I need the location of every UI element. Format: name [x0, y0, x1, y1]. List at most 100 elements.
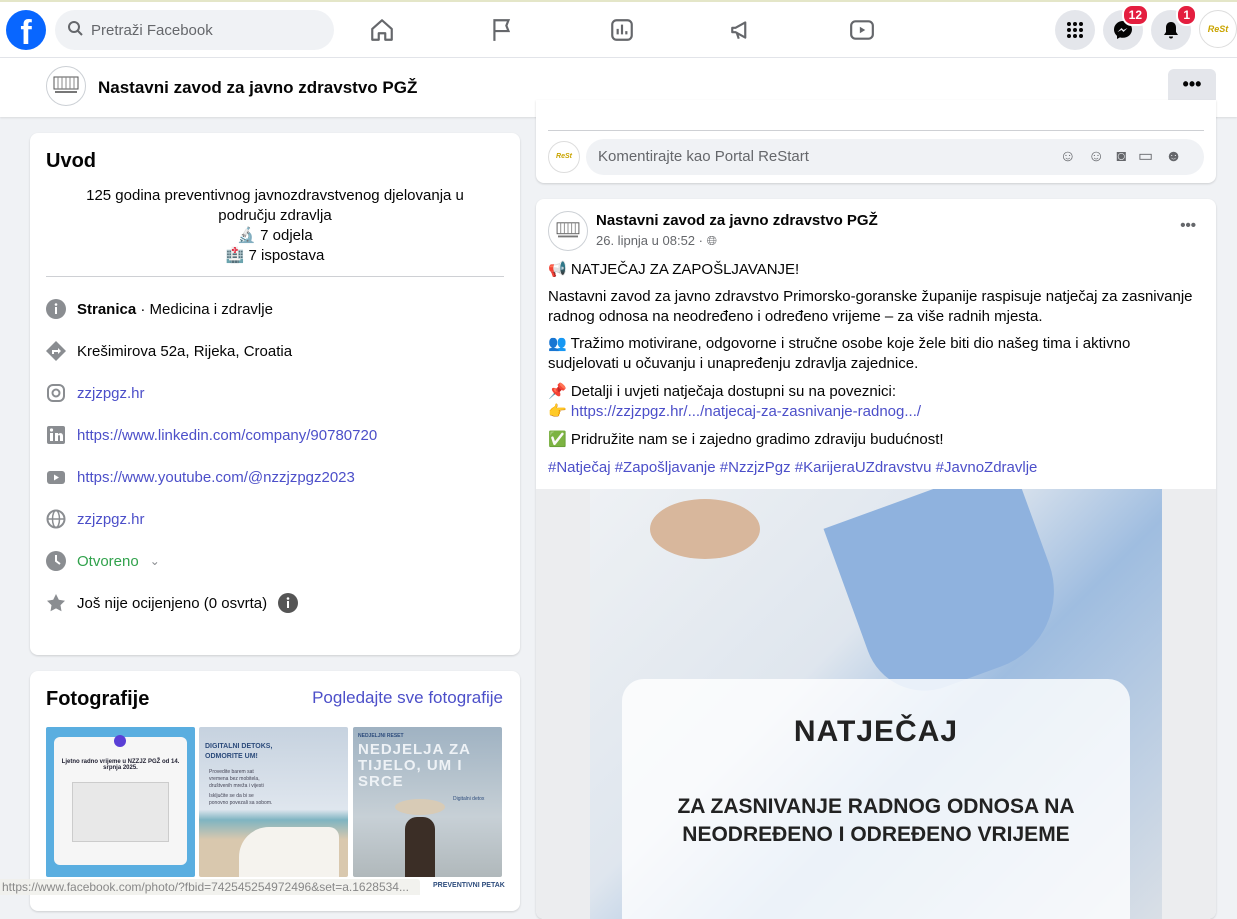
- woman-image: [239, 827, 339, 877]
- photos-card: Fotografije Pogledajte sve fotografije L…: [30, 671, 520, 911]
- commenter-avatar[interactable]: ReSt: [548, 141, 580, 173]
- rating-text: Još nije ocijenjeno (0 osvrta): [77, 594, 268, 612]
- post-link[interactable]: https://zzjzpgz.hr/.../natjecaj-za-zasni…: [571, 403, 921, 420]
- image-title: NATJEČAJ: [793, 715, 959, 748]
- departments-line: 🔬 7 odjela: [46, 226, 504, 246]
- home-icon[interactable]: [362, 12, 402, 48]
- branches-text: 7 ispostava: [248, 247, 325, 264]
- info-icon[interactable]: [278, 593, 299, 613]
- website-link[interactable]: zzjzpgz.hr: [77, 511, 145, 528]
- microscope-icon: 🔬: [237, 227, 256, 244]
- branches-line: 🏥 7 ispostava: [46, 246, 504, 266]
- intro-card: Uvod 125 godina preventivnog javnozdravs…: [30, 133, 520, 655]
- photo-thumbnail[interactable]: Ljetno radno vrijeme u NZZJZ PGŽ od 14. …: [46, 727, 195, 877]
- divider: [46, 276, 504, 277]
- pin-icon: [114, 735, 126, 747]
- post-author-avatar[interactable]: [548, 211, 588, 251]
- address-text: Krešimirova 52a, Rijeka, Croatia: [77, 342, 293, 360]
- video-icon[interactable]: [842, 12, 882, 48]
- see-all-photos-link[interactable]: Pogledajte sve fotografije: [312, 688, 503, 708]
- divider: [548, 130, 1204, 131]
- search-input[interactable]: [91, 21, 311, 39]
- photos-title: Fotografije: [46, 688, 150, 710]
- photo-bullet: Provedite barem sat vremena bez mobitela…: [209, 769, 264, 789]
- page-logo[interactable]: [46, 66, 86, 106]
- pointing-hand-icon: 👉: [548, 403, 571, 420]
- pages-flag-icon[interactable]: [482, 12, 522, 48]
- photo-caption: NEDJELJA ZA TIJELO, UM I SRCE: [358, 741, 471, 790]
- post-image[interactable]: NATJEČAJ ZA ZASNIVANJE RADNOG ODNOSA NA …: [536, 489, 1216, 919]
- linkedin-link[interactable]: https://www.linkedin.com/company/9078072…: [77, 427, 377, 444]
- browser-status-url: https://www.facebook.com/photo/?fbid=742…: [0, 879, 420, 895]
- hospital-icon: 🏥: [225, 247, 245, 264]
- linkedin-row[interactable]: https://www.linkedin.com/company/9078072…: [46, 425, 377, 445]
- photo-caption: PREVENTIVNI PETAK: [430, 880, 508, 891]
- info-icon: [46, 299, 66, 319]
- intro-title: Uvod: [46, 150, 96, 172]
- profile-avatar[interactable]: ReSt: [1199, 10, 1237, 48]
- post-paragraph: 👥 Tražimo motivirane, odgovorne i stručn…: [548, 335, 1131, 372]
- post-card: Nastavni zavod za javno zdravstvo PGŽ 26…: [536, 199, 1216, 919]
- hours-status[interactable]: Otvoreno: [77, 553, 139, 570]
- instagram-link[interactable]: zzjzpgz.hr: [77, 385, 145, 402]
- linkedin-icon: [46, 425, 66, 445]
- youtube-row[interactable]: https://www.youtube.com/@nzzjzpgz2023: [46, 467, 355, 487]
- image-text-box: NATJEČAJ ZA ZASNIVANJE RADNOG ODNOSA NA …: [622, 679, 1130, 919]
- schedule-table-image: [72, 782, 169, 842]
- photo-caption-small: NEDJELJNI RESET: [358, 733, 404, 739]
- post-menu-button[interactable]: •••: [1180, 217, 1196, 234]
- image-subtitle: ZA ZASNIVANJE RADNOG ODNOSA NA NEODREĐEN…: [677, 795, 1075, 846]
- category-text: Stranica · Medicina i zdravlje: [77, 301, 273, 318]
- post-author[interactable]: Nastavni zavod za javno zdravstvo PGŽ: [596, 212, 878, 229]
- insights-icon[interactable]: [602, 12, 642, 48]
- rating-row: Još nije ocijenjeno (0 osvrta): [46, 593, 299, 613]
- category-value: · Medicina i zdravlje: [136, 300, 273, 318]
- hands-image: [650, 499, 760, 559]
- facebook-logo[interactable]: f: [6, 10, 46, 50]
- top-navigation-bar: f 12 1 ReSt: [0, 0, 1237, 58]
- directions-icon: [46, 341, 66, 361]
- category-label: Stranica: [77, 300, 137, 318]
- emoji-icon[interactable]: ☺: [1088, 148, 1116, 165]
- comment-input[interactable]: Komentirajte kao Portal ReStart ☺☺◙▭☻: [586, 139, 1204, 175]
- camera-icon[interactable]: ◙: [1116, 148, 1138, 165]
- youtube-link[interactable]: https://www.youtube.com/@nzzjzpgz2023: [77, 469, 355, 486]
- hours-row[interactable]: Otvoreno ⌄: [46, 551, 160, 571]
- avatar-sticker-icon[interactable]: ☺: [1060, 148, 1088, 165]
- address-row: Krešimirova 52a, Rijeka, Croatia: [46, 341, 292, 361]
- search-icon: [67, 20, 83, 40]
- instagram-row[interactable]: zzjzpgz.hr: [46, 383, 145, 403]
- post-paragraph: 📌 Detalji i uvjeti natječaja dostupni su…: [548, 383, 897, 400]
- intro-bio: 125 godina preventivnog javnozdravstveno…: [46, 186, 504, 266]
- post-date[interactable]: 26. lipnja u 08:52 ·: [596, 233, 707, 248]
- bio-text: 125 godina preventivnog javnozdravstveno…: [86, 187, 464, 224]
- photo-caption: DIGITALNI DETOKS, ODMORITE UM!: [205, 743, 273, 760]
- website-row[interactable]: zzjzpgz.hr: [46, 509, 145, 529]
- post-paragraph: ✅ Pridružite nam se i zajedno gradimo zd…: [548, 431, 944, 448]
- globe-icon: [46, 509, 66, 529]
- post-link-line: 👉 https://zzjzpgz.hr/.../natjecaj-za-zas…: [548, 402, 1198, 422]
- megaphone-icon[interactable]: [722, 12, 762, 48]
- sleeve-image: [823, 489, 1077, 708]
- sticker-icon[interactable]: ☻: [1165, 148, 1194, 165]
- notifications-button[interactable]: 1: [1151, 4, 1197, 50]
- chevron-down-icon[interactable]: ⌄: [150, 554, 160, 568]
- post-meta: 26. lipnja u 08:52 · 🌐︎: [596, 233, 717, 249]
- messenger-button[interactable]: 12: [1103, 4, 1149, 50]
- menu-grid-button[interactable]: [1055, 10, 1095, 50]
- star-icon: [46, 593, 66, 613]
- photo-thumbnail[interactable]: DIGITALNI DETOKS, ODMORITE UM! Provedite…: [199, 727, 348, 877]
- gif-icon[interactable]: ▭: [1138, 148, 1165, 165]
- grid-icon: [1067, 22, 1083, 38]
- previous-post-footer: ReSt Komentirajte kao Portal ReStart ☺☺◙…: [536, 100, 1216, 183]
- photo-link-text: Digitalni detox: [453, 796, 485, 802]
- photo-bullet: Isključite se da bi se ponovno povezali …: [209, 793, 273, 806]
- search-box[interactable]: [55, 10, 334, 50]
- clock-icon: [46, 551, 66, 571]
- post-hashtags[interactable]: #Natječaj #Zapošljavanje #NzzjzPgz #Kari…: [548, 458, 1198, 478]
- notifications-badge: 1: [1176, 4, 1197, 26]
- youtube-icon: [46, 467, 66, 487]
- photo-thumbnail[interactable]: NEDJELJNI RESET NEDJELJA ZA TIJELO, UM I…: [353, 727, 502, 877]
- page-name: Nastavni zavod za javno zdravstvo PGŽ: [98, 78, 418, 97]
- comment-placeholder: Komentirajte kao Portal ReStart: [598, 148, 809, 165]
